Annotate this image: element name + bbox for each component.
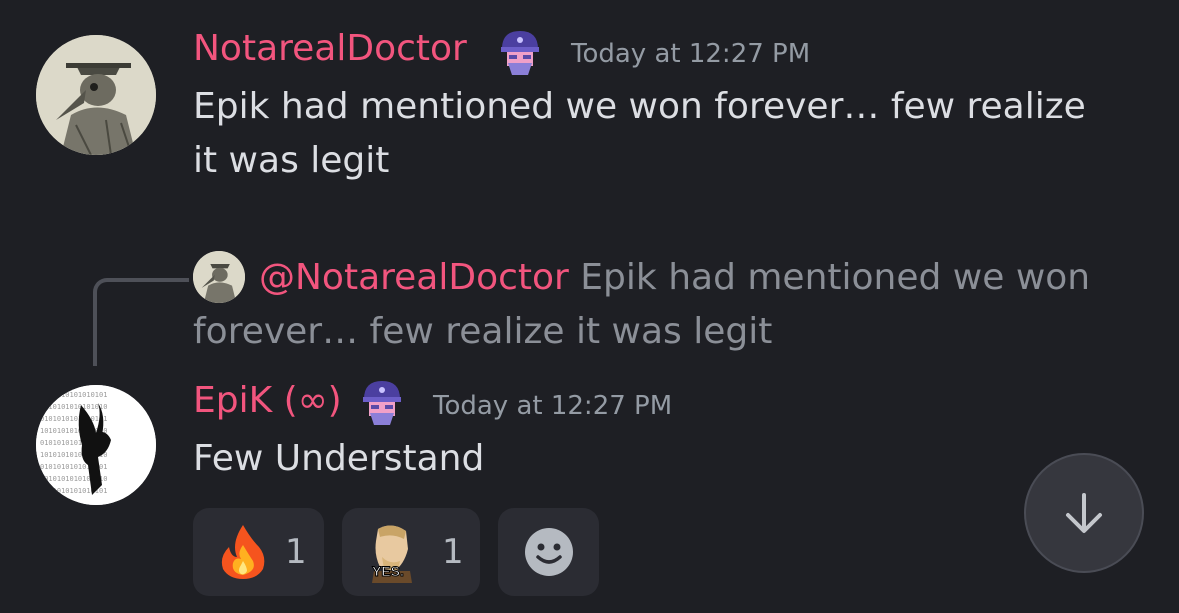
add-reaction-button[interactable] [498,508,599,596]
svg-text:0101010101010101: 0101010101010101 [40,391,107,399]
helmet-icon [498,27,542,77]
chad-yes-emoji: YES. [364,521,420,583]
reaction-count: 1 [285,532,307,572]
reaction-fire[interactable]: 1 [193,508,324,596]
arrow-down-icon [1060,489,1108,537]
reaction-chad-yes[interactable]: YES. 1 [342,508,480,596]
scroll-to-bottom-button[interactable] [1024,453,1144,573]
helmet-icon [360,377,404,427]
rabbit-avatar-image: 0101010101010101 1010101010101010 010101… [36,385,156,505]
chad-yes-emoji-label: YES. [372,563,405,580]
message-timestamp: Today at 12:27 PM [433,391,673,421]
message-timestamp: Today at 12:27 PM [571,39,811,69]
avatar-notarealdoctor[interactable] [36,35,156,155]
reply-preview[interactable]: @NotarealDoctor Epik had mentioned we wo… [193,251,1123,359]
fire-emoji [217,523,269,581]
svg-text:1010101010101010: 1010101010101010 [40,403,107,411]
reaction-count: 1 [442,532,464,572]
reply-mention[interactable]: @NotarealDoctor [259,257,569,298]
plague-doctor-avatar-image [36,35,156,155]
message-content: Few Understand [193,438,485,479]
message-username[interactable]: EpiK (∞) [193,380,342,421]
message-username[interactable]: NotarealDoctor [193,28,467,69]
avatar-epik[interactable]: 0101010101010101 1010101010101010 010101… [36,385,156,505]
svg-text:0101010101010101: 0101010101010101 [40,415,107,423]
message-content: Epik had mentioned we won forever… few r… [193,86,1086,181]
add-reaction-icon [524,527,574,577]
reply-connector [93,278,189,366]
